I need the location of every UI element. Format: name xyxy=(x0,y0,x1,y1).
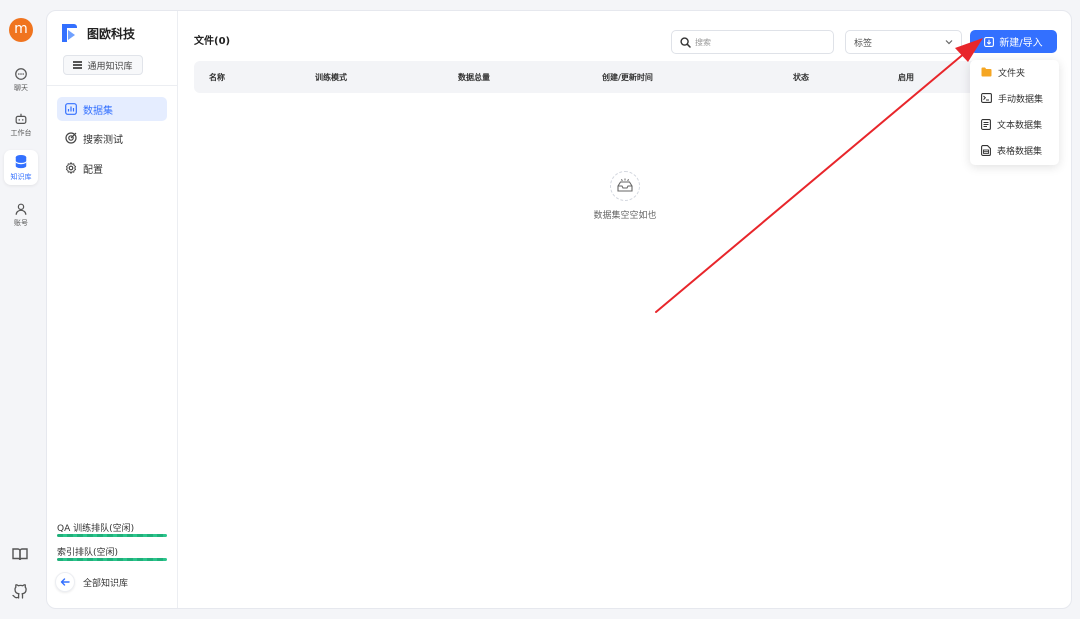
terminal-icon xyxy=(981,93,992,103)
user-icon xyxy=(15,203,27,215)
menu-item-text-dataset[interactable]: 文本数据集 xyxy=(970,112,1059,136)
nav-item-datasets[interactable]: 数据集 xyxy=(57,97,167,121)
column-header-data-total: 数据总量 xyxy=(458,73,490,82)
index-queue-status: 索引排队(空闲) xyxy=(57,548,119,558)
rail-item-workbench[interactable]: 工作台 xyxy=(4,108,38,141)
back-button[interactable] xyxy=(55,572,75,592)
text-doc-icon xyxy=(981,118,991,130)
menu-item-manual-dataset[interactable]: 手动数据集 xyxy=(970,86,1059,110)
column-header-training-mode: 训练模式 xyxy=(315,73,347,82)
empty-inbox-icon xyxy=(610,171,640,201)
page-title: 文件(0) xyxy=(194,36,231,47)
chevron-down-icon xyxy=(945,40,953,45)
left-rail: m 聊天 工作台 知识库 账号 xyxy=(0,0,42,619)
menu-item-folder[interactable]: 文件夹 xyxy=(970,60,1059,84)
search-box[interactable] xyxy=(671,30,834,54)
github-icon xyxy=(12,584,27,599)
rail-item-label: 聊天 xyxy=(14,84,28,92)
nav-item-label: 数据集 xyxy=(83,105,113,117)
folder-icon xyxy=(981,67,992,77)
nav-item-label: 搜索测试 xyxy=(83,134,123,146)
new-import-button[interactable]: 新建/导入 xyxy=(970,30,1057,53)
arrow-left-icon xyxy=(60,578,70,586)
search-input[interactable] xyxy=(695,37,825,47)
rail-item-knowledge-base[interactable]: 知识库 xyxy=(4,150,38,185)
qa-queue-status: QA 训练排队(空闲) xyxy=(57,524,135,534)
github-link[interactable] xyxy=(11,582,31,602)
rail-item-chat[interactable]: 聊天 xyxy=(4,63,38,96)
rail-item-account[interactable]: 账号 xyxy=(4,198,38,231)
import-icon xyxy=(984,36,995,47)
column-header-updated-time: 创建/更新时间 xyxy=(602,73,653,82)
brand-logo-icon xyxy=(62,24,77,42)
sidebar-divider xyxy=(47,85,178,86)
robot-icon xyxy=(15,113,27,124)
menu-item-label: 文件夹 xyxy=(998,68,1026,79)
chart-icon xyxy=(65,103,77,115)
docs-link[interactable] xyxy=(11,545,31,565)
target-icon xyxy=(65,132,77,144)
brand: 图欧科技 xyxy=(59,22,135,44)
rail-item-label: 工作台 xyxy=(10,129,32,137)
kb-type-label: 通用知识库 xyxy=(87,61,133,72)
table-header: 名称 训练模式 数据总量 创建/更新时间 状态 启用 xyxy=(194,61,989,93)
nav-item-search-test[interactable]: 搜索测试 xyxy=(57,126,167,150)
nav-item-label: 配置 xyxy=(83,164,103,176)
search-icon xyxy=(680,36,691,48)
book-icon xyxy=(12,548,28,561)
menu-item-label: 手动数据集 xyxy=(998,94,1044,105)
brand-name: 图欧科技 xyxy=(87,26,136,41)
kb-type-badge: 通用知识库 xyxy=(63,55,143,75)
gear-icon xyxy=(65,162,77,174)
list-icon xyxy=(73,61,83,69)
index-queue-progress xyxy=(57,558,167,561)
kb-sidebar: 图欧科技 通用知识库 数据集 搜索测试 配置 QA 训练排队(空闲) 索引排队(… xyxy=(47,11,178,608)
column-header-name: 名称 xyxy=(209,73,225,82)
back-label: 全部知识库 xyxy=(83,578,129,589)
column-header-status: 状态 xyxy=(793,73,809,82)
nav-item-config[interactable]: 配置 xyxy=(57,156,167,180)
rail-item-label: 账号 xyxy=(14,219,28,227)
menu-item-table-dataset[interactable]: 表格数据集 xyxy=(970,138,1059,162)
table-doc-icon xyxy=(981,144,991,156)
user-avatar[interactable]: m xyxy=(9,18,33,42)
database-icon xyxy=(15,155,27,169)
new-import-dropdown: 文件夹 手动数据集 文本数据集 表格数据集 xyxy=(970,60,1059,165)
main-card: 图欧科技 通用知识库 数据集 搜索测试 配置 QA 训练排队(空闲) 索引排队(… xyxy=(46,10,1072,609)
menu-item-label: 表格数据集 xyxy=(997,146,1043,157)
menu-item-label: 文本数据集 xyxy=(997,120,1043,131)
new-import-label: 新建/导入 xyxy=(999,38,1043,49)
tag-select-value: 标签 xyxy=(854,38,873,49)
tag-select[interactable]: 标签 xyxy=(845,30,962,54)
chat-icon xyxy=(15,68,27,80)
back-to-all-kb[interactable]: 全部知识库 xyxy=(55,572,128,592)
column-header-enabled: 启用 xyxy=(898,73,914,82)
rail-item-label: 知识库 xyxy=(10,173,32,181)
qa-queue-progress xyxy=(57,534,167,537)
empty-state-text: 数据集空空如也 xyxy=(593,211,657,221)
